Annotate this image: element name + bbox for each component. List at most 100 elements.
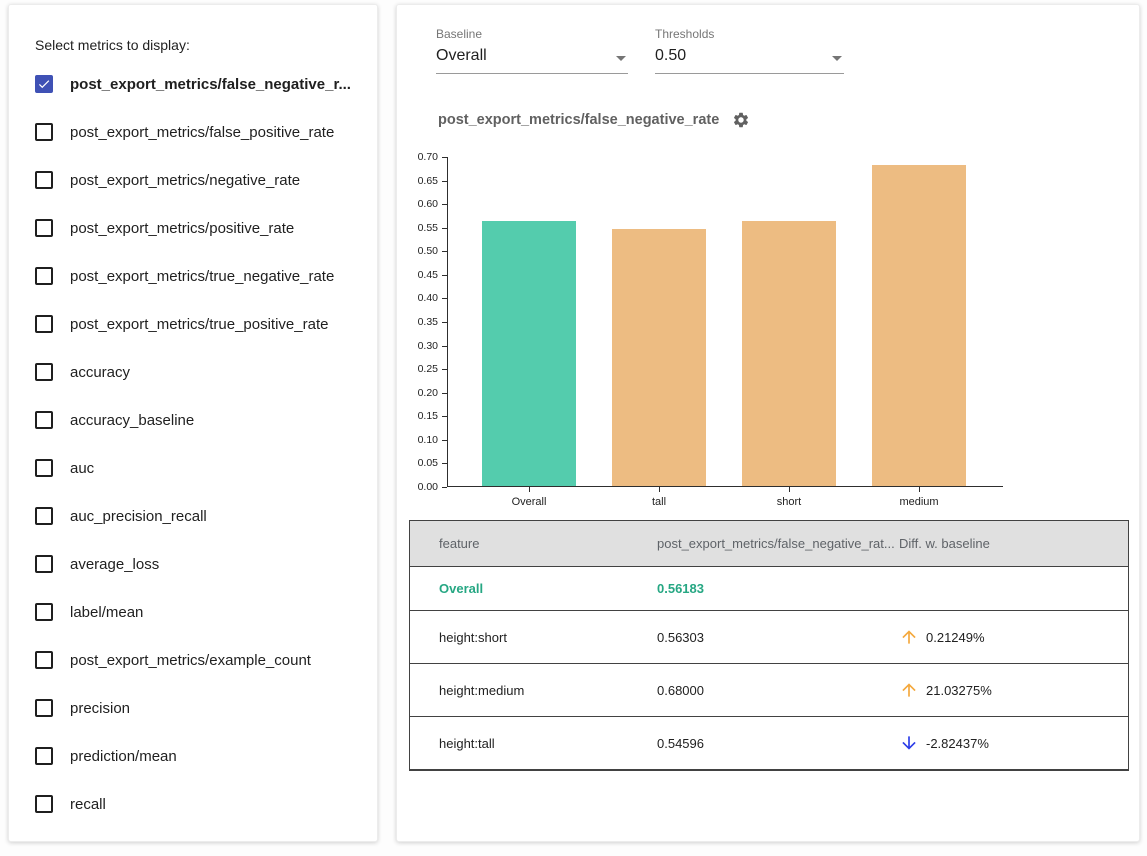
chevron-down-icon[interactable]	[832, 56, 842, 61]
x-axis-tick-label: medium	[872, 496, 966, 508]
metric-checkbox-item[interactable]: post_export_metrics/false_positive_rate	[35, 108, 373, 156]
sidebar-title: Select metrics to display:	[35, 37, 190, 53]
checkbox-unchecked-icon[interactable]	[35, 603, 53, 621]
diff-cell: 0.21249%	[894, 627, 1128, 647]
metric-checkbox-item[interactable]: precision	[35, 684, 373, 732]
y-axis-tick-mark	[442, 369, 447, 370]
y-axis-tick-mark	[442, 228, 447, 229]
y-axis-tick-mark	[442, 487, 447, 488]
baseline-value: Overall	[436, 47, 487, 64]
diff-cell: -2.82437%	[894, 733, 1128, 753]
metric-checkbox-item[interactable]: post_export_metrics/false_negative_r...	[35, 60, 373, 108]
gear-icon[interactable]	[732, 111, 750, 129]
x-axis-tick-mark	[789, 487, 790, 492]
thresholds-dropdown[interactable]: Thresholds 0.50	[655, 27, 844, 74]
metric-checkbox-item[interactable]: label/mean	[35, 588, 373, 636]
metric-checkbox-item[interactable]: post_export_metrics/example_count	[35, 636, 373, 684]
column-header-metric: post_export_metrics/false_negative_rat..…	[657, 536, 894, 551]
metric-label: precision	[70, 700, 130, 717]
checkbox-unchecked-icon[interactable]	[35, 267, 53, 285]
checkbox-unchecked-icon[interactable]	[35, 219, 53, 237]
metric-value-cell: 0.56183	[657, 581, 894, 596]
y-axis-tick-mark	[442, 440, 447, 441]
metric-label: post_export_metrics/false_positive_rate	[70, 124, 334, 141]
metrics-panel: Baseline Overall Thresholds 0.50 post_ex…	[396, 4, 1140, 842]
bar-Overall[interactable]	[482, 221, 576, 486]
thresholds-value: 0.50	[655, 47, 686, 64]
y-axis-tick-label: 0.25	[402, 364, 438, 374]
checkbox-unchecked-icon[interactable]	[35, 315, 53, 333]
checkbox-unchecked-icon[interactable]	[35, 507, 53, 525]
metric-label: average_loss	[70, 556, 159, 573]
table-row-Overall[interactable]: Overall0.56183	[410, 566, 1128, 610]
checkbox-unchecked-icon[interactable]	[35, 555, 53, 573]
fairness-metrics-page: Select metrics to display: post_export_m…	[0, 0, 1147, 856]
column-header-feature: feature	[410, 536, 657, 551]
table-row-height-tall[interactable]: height:tall0.54596-2.82437%	[410, 716, 1128, 769]
table-header-row: feature post_export_metrics/false_negati…	[410, 521, 1128, 566]
metric-label: post_export_metrics/true_positive_rate	[70, 316, 328, 333]
checkbox-unchecked-icon[interactable]	[35, 747, 53, 765]
y-axis-tick-label: 0.40	[402, 293, 438, 303]
y-axis-tick-mark	[442, 393, 447, 394]
y-axis-tick-label: 0.30	[402, 341, 438, 351]
y-axis-tick-label: 0.60	[402, 199, 438, 209]
metric-checkbox-item[interactable]: auc	[35, 444, 373, 492]
baseline-dropdown[interactable]: Baseline Overall	[436, 27, 628, 74]
metric-checkbox-item[interactable]: recall	[35, 780, 373, 828]
metric-label: auc	[70, 460, 94, 477]
y-axis-tick-mark	[442, 298, 447, 299]
metric-label: post_export_metrics/positive_rate	[70, 220, 294, 237]
metric-checkbox-item[interactable]: post_export_metrics/true_negative_rate	[35, 252, 373, 300]
metric-checkbox-item[interactable]: post_export_metrics/positive_rate	[35, 204, 373, 252]
table-body: Overall0.56183height:short0.563030.21249…	[410, 566, 1128, 769]
y-axis-tick-label: 0.70	[402, 152, 438, 162]
metric-value-cell: 0.54596	[657, 736, 894, 751]
bar-short[interactable]	[742, 221, 836, 486]
checkbox-unchecked-icon[interactable]	[35, 411, 53, 429]
checkbox-unchecked-icon[interactable]	[35, 651, 53, 669]
y-axis-tick-mark	[442, 204, 447, 205]
checkbox-unchecked-icon[interactable]	[35, 123, 53, 141]
y-axis-tick-label: 0.35	[402, 317, 438, 327]
metric-list: post_export_metrics/false_negative_r...p…	[35, 60, 373, 828]
x-axis-tick-mark	[919, 487, 920, 492]
metric-label: post_export_metrics/true_negative_rate	[70, 268, 334, 285]
checkbox-unchecked-icon[interactable]	[35, 363, 53, 381]
metric-label: label/mean	[70, 604, 143, 621]
checkbox-unchecked-icon[interactable]	[35, 795, 53, 813]
bar-tall[interactable]	[612, 229, 706, 486]
y-axis-tick-mark	[442, 322, 447, 323]
metric-label: post_export_metrics/example_count	[70, 652, 311, 669]
feature-cell: height:medium	[410, 683, 657, 698]
y-axis-tick-label: 0.10	[402, 435, 438, 445]
metric-checkbox-item[interactable]: post_export_metrics/negative_rate	[35, 156, 373, 204]
metric-label: accuracy	[70, 364, 130, 381]
checkbox-checked-icon[interactable]	[35, 75, 53, 93]
y-axis-tick-mark	[442, 251, 447, 252]
checkbox-unchecked-icon[interactable]	[35, 459, 53, 477]
thresholds-label: Thresholds	[655, 27, 844, 41]
metric-checkbox-item[interactable]: accuracy	[35, 348, 373, 396]
y-axis-tick-label: 0.45	[402, 270, 438, 280]
y-axis-tick-label: 0.20	[402, 388, 438, 398]
checkbox-unchecked-icon[interactable]	[35, 699, 53, 717]
metrics-table: feature post_export_metrics/false_negati…	[409, 520, 1129, 771]
metric-value-cell: 0.68000	[657, 683, 894, 698]
bar-medium[interactable]	[872, 165, 966, 486]
metric-checkbox-item[interactable]: average_loss	[35, 540, 373, 588]
metric-checkbox-item[interactable]: prediction/mean	[35, 732, 373, 780]
metric-checkbox-item[interactable]: post_export_metrics/true_positive_rate	[35, 300, 373, 348]
x-axis-tick-mark	[529, 487, 530, 492]
arrow-up-icon	[899, 680, 919, 700]
baseline-label: Baseline	[436, 27, 628, 41]
table-row-height-medium[interactable]: height:medium0.6800021.03275%	[410, 663, 1128, 716]
checkbox-unchecked-icon[interactable]	[35, 171, 53, 189]
y-axis-tick-mark	[442, 346, 447, 347]
chevron-down-icon[interactable]	[616, 56, 626, 61]
y-axis-tick-mark	[442, 416, 447, 417]
metric-checkbox-item[interactable]: auc_precision_recall	[35, 492, 373, 540]
table-row-height-short[interactable]: height:short0.563030.21249%	[410, 610, 1128, 663]
metric-checkbox-item[interactable]: accuracy_baseline	[35, 396, 373, 444]
column-header-diff: Diff. w. baseline	[894, 536, 1128, 551]
